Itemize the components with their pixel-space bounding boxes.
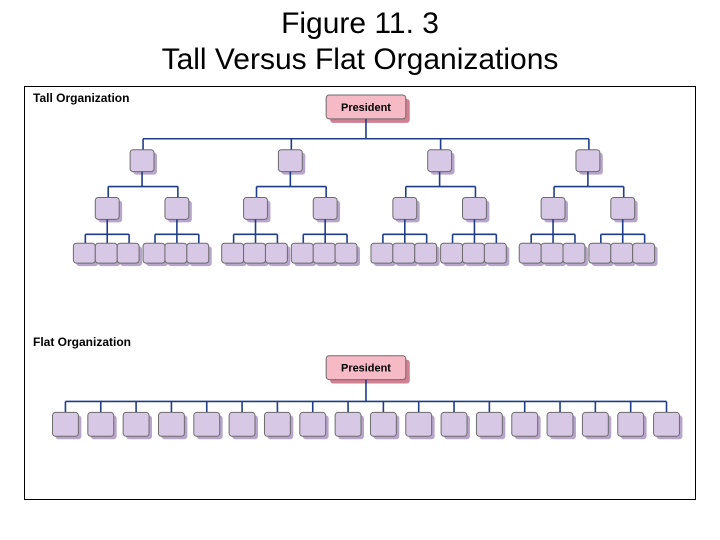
title-line2: Tall Versus Flat Organizations: [162, 43, 559, 76]
flat-org-chart: President: [52, 356, 682, 440]
flat-leaves: [52, 401, 682, 439]
title-line1: Figure 11. 3: [281, 7, 439, 40]
tall-president-text: President: [341, 102, 391, 114]
tall-l4-row: [73, 219, 657, 266]
tall-org-chart: President: [73, 95, 657, 266]
figure-title: Figure 11. 3 Tall Versus Flat Organizati…: [0, 0, 720, 86]
tall-l3-row: [95, 172, 637, 223]
diagram-frame: Tall Organization Flat Organization Pres…: [24, 86, 696, 500]
tall-president-box: President: [326, 95, 410, 123]
flat-president-text: President: [341, 363, 391, 375]
flat-president-box: President: [326, 356, 410, 384]
tall-l2-row: [130, 139, 603, 175]
org-charts-svg: President: [25, 87, 695, 499]
